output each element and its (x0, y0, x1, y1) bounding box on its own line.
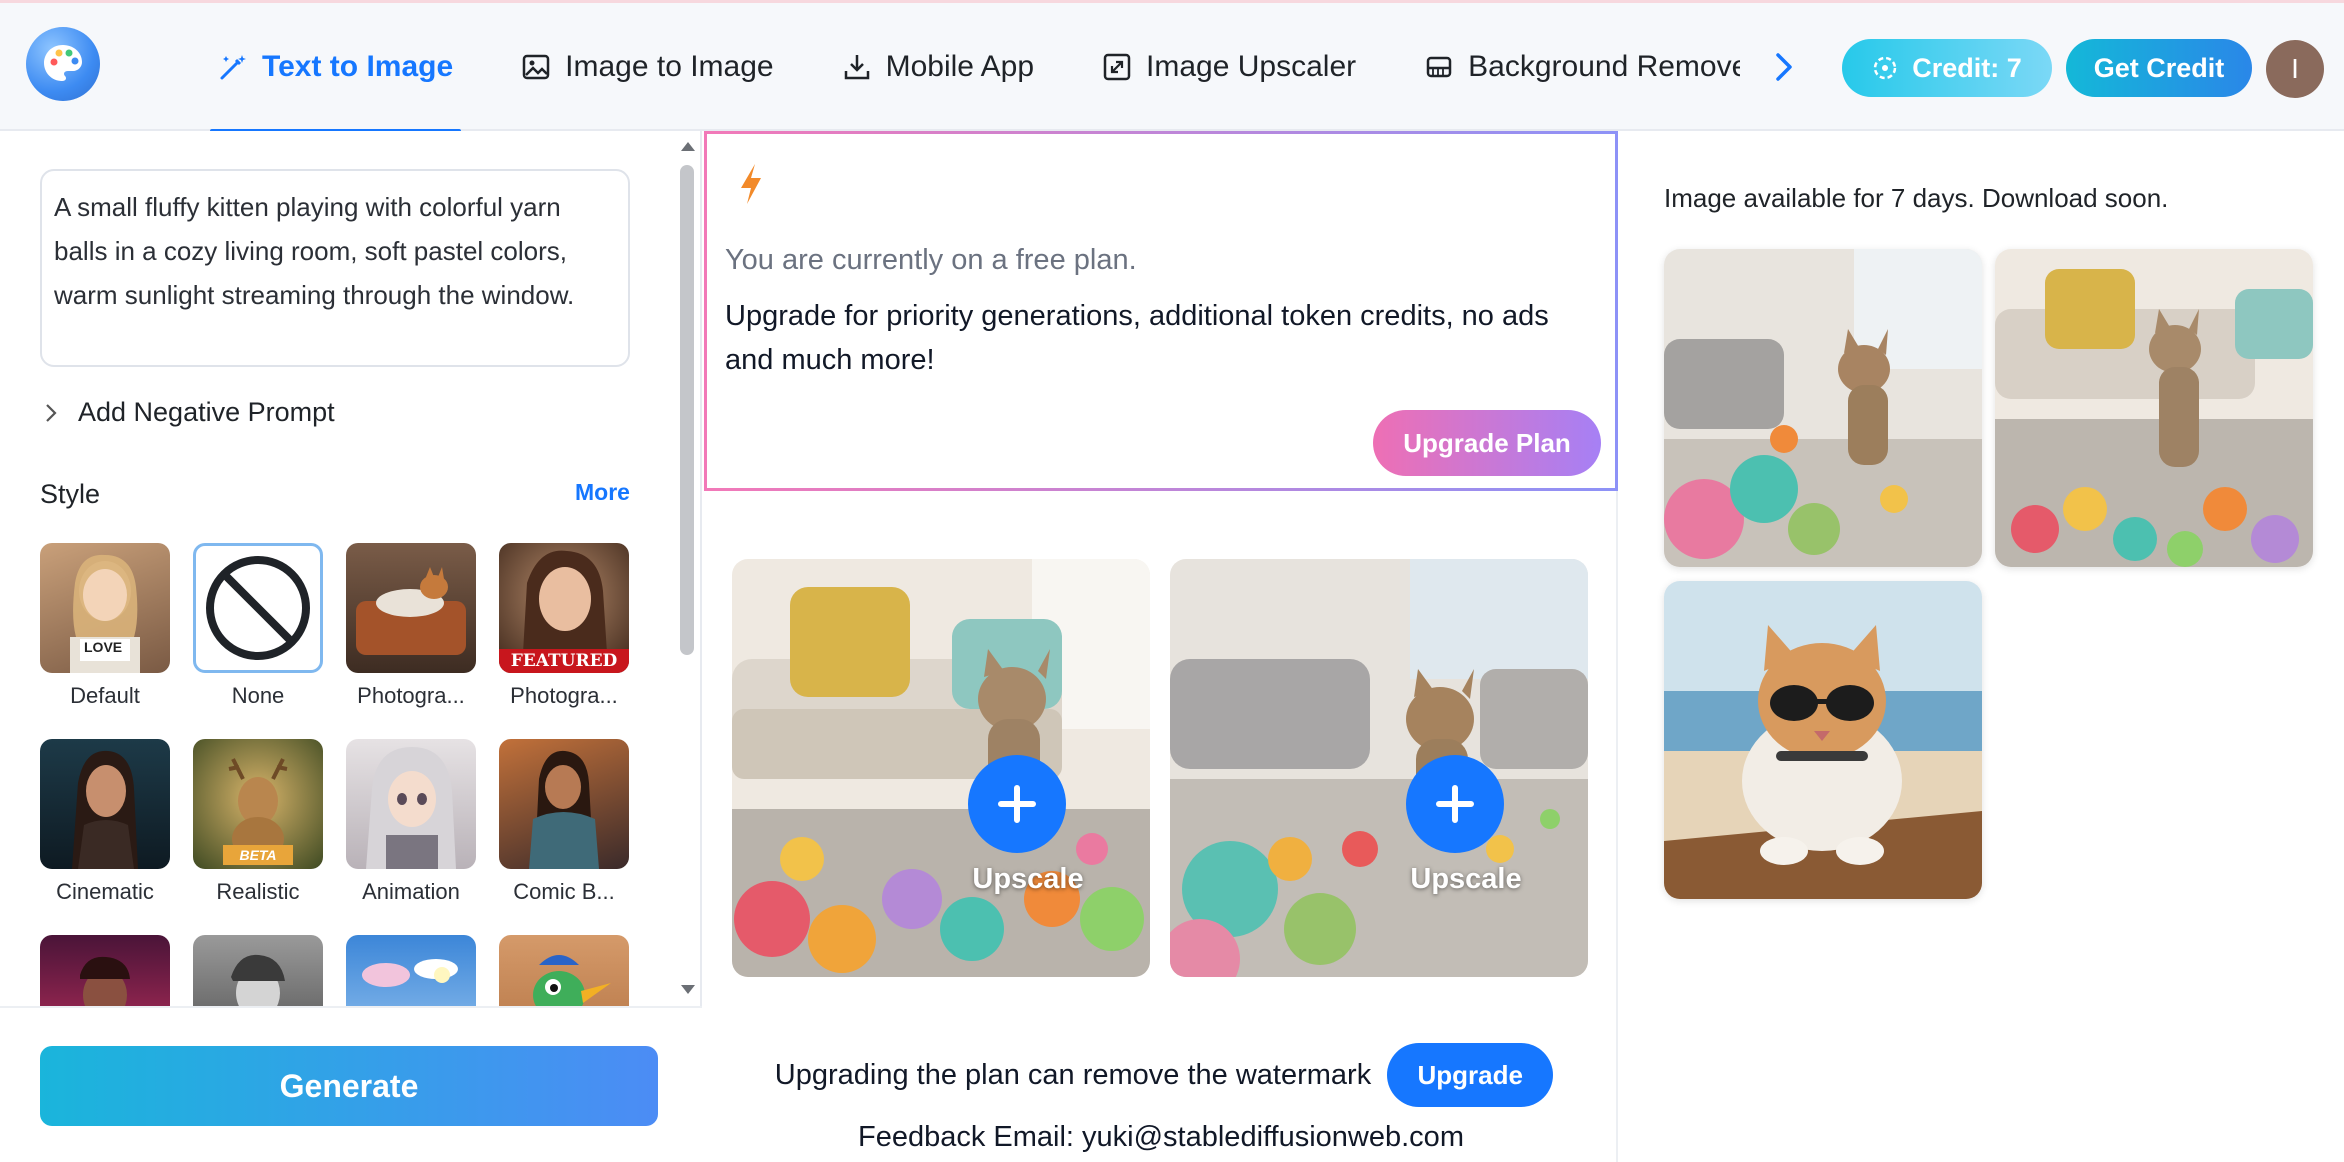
style-label: Default (70, 683, 140, 708)
tab-mobile-app[interactable]: Mobile App (834, 3, 1042, 131)
plus-icon (998, 785, 1036, 823)
style-label: Cinematic (56, 879, 154, 904)
no-style-icon (206, 556, 310, 660)
generate-button[interactable]: Generate (40, 1046, 658, 1126)
style-heading: Style (40, 479, 101, 509)
tab-label: Image to Image (565, 50, 774, 83)
style-thumbnail (40, 739, 170, 869)
eraser-icon (1424, 52, 1454, 82)
kitten-image (732, 559, 1150, 977)
credit-balance-button[interactable]: Credit: 7 (1842, 39, 2052, 97)
history-image-1[interactable] (1664, 249, 1982, 567)
style-badge: BETA (223, 845, 293, 865)
style-thumbnail (193, 543, 323, 673)
style-option-none[interactable]: None (193, 543, 323, 709)
cat-with-sunglasses-image (1664, 581, 1982, 899)
style-label: Animation (362, 879, 460, 904)
history-image-3[interactable] (1664, 581, 1982, 899)
style-label: Realistic (216, 879, 300, 904)
style-badge: FEATURED (499, 649, 629, 673)
style-option-default[interactable]: LOVE Default (40, 543, 170, 709)
history-panel: Image available for 7 days. Download soo… (1620, 131, 2344, 1162)
free-plan-notice: You are currently on a free plan. (725, 244, 1137, 276)
tab-label: Mobile App (885, 50, 1035, 83)
upscale-label: Upscale (972, 863, 1084, 895)
style-label: None (231, 683, 285, 708)
tab-image-to-image[interactable]: Image to Image (513, 3, 781, 131)
generated-image-2[interactable]: Upscale (1170, 559, 1588, 977)
style-badge: LOVE (84, 639, 123, 655)
style-option-realistic[interactable]: BETA Realistic (193, 739, 323, 905)
style-option-photographic-1[interactable]: Photogra... (346, 543, 476, 709)
kitten-image (1170, 559, 1588, 977)
upgrade-plan-button[interactable]: Upgrade Plan (1373, 410, 1601, 476)
user-avatar[interactable]: I (2266, 40, 2324, 98)
style-label: Photogra... (357, 683, 465, 708)
upscale-button[interactable] (1406, 755, 1504, 853)
kitten-image (1664, 249, 1982, 567)
prompt-input[interactable]: A small fluffy kitten playing with color… (40, 169, 630, 367)
get-credit-button[interactable]: Get Credit (2066, 39, 2252, 97)
chevron-right-icon (46, 403, 57, 422)
style-option-animation[interactable]: Animation (346, 739, 476, 905)
upscale-button[interactable] (968, 755, 1066, 853)
results-panel: You are currently on a free plan. Upgrad… (704, 131, 1618, 1162)
upgrade-benefits-text: Upgrade for priority generations, additi… (725, 300, 1549, 376)
magic-wand-icon (218, 52, 248, 82)
kitten-image (1995, 249, 2313, 567)
style-thumbnail: LOVE (40, 543, 170, 673)
tab-label: Image Upscaler (1146, 50, 1357, 83)
style-option-photographic-2[interactable]: FEATURED Photogra... (499, 543, 629, 709)
tab-label: Text to Image (262, 50, 454, 83)
tab-text-to-image[interactable]: Text to Image (210, 3, 462, 133)
plus-icon (1436, 785, 1474, 823)
style-thumbnail: FEATURED (499, 543, 629, 673)
watermark-text: Upgrading the plan can remove the waterm… (774, 1058, 1372, 1091)
expand-icon (1102, 52, 1132, 82)
tab-image-upscaler[interactable]: Image Upscaler (1094, 3, 1364, 131)
app-root: Text to Image Image to Image Mobile App … (0, 0, 2344, 1162)
more-styles-link[interactable]: More (575, 479, 630, 506)
generate-footer: Generate (0, 1006, 702, 1162)
watermark-notice: Upgrading the plan can remove the waterm… (744, 1043, 1584, 1107)
feedback-email[interactable]: Feedback Email: yuki@stablediffusionweb.… (704, 1121, 1618, 1154)
generated-image-1[interactable]: Upscale (732, 559, 1150, 977)
image-icon (521, 52, 551, 82)
credit-icon (1873, 56, 1897, 80)
lightning-bolt-icon (741, 164, 761, 204)
tab-label: Background Remover (1468, 50, 1741, 83)
settings-scrollbar[interactable] (676, 131, 700, 1001)
style-label: Comic B... (513, 879, 615, 904)
credit-label: Credit: 7 (1912, 52, 2022, 83)
chevron-right-icon (1776, 53, 1792, 81)
top-nav-bar: Text to Image Image to Image Mobile App … (0, 3, 2344, 133)
upgrade-button[interactable]: Upgrade (1387, 1043, 1554, 1107)
app-logo[interactable] (26, 27, 100, 101)
scroll-down-arrow-icon (681, 985, 695, 994)
style-thumbnail: BETA (193, 739, 323, 869)
upgrade-promo-card: You are currently on a free plan. Upgrad… (704, 131, 1618, 491)
scroll-up-arrow-icon (681, 142, 695, 151)
style-option-comic-book[interactable]: Comic B... (499, 739, 629, 905)
style-option-cinematic[interactable]: Cinematic (40, 739, 170, 905)
style-thumbnail (346, 543, 476, 673)
availability-notice: Image available for 7 days. Download soo… (1664, 183, 2169, 213)
palette-icon (44, 45, 82, 81)
upscale-label: Upscale (1410, 863, 1522, 895)
tab-background-remover[interactable]: Background Remover (1416, 3, 1740, 131)
add-negative-prompt-toggle[interactable]: Add Negative Prompt (44, 397, 335, 428)
generation-settings-panel: A small fluffy kitten playing with color… (0, 131, 702, 1162)
style-thumbnail (499, 739, 629, 869)
style-thumbnail (346, 739, 476, 869)
download-icon (842, 52, 872, 82)
negative-prompt-label: Add Negative Prompt (78, 397, 335, 427)
scrollbar-thumb[interactable] (680, 165, 694, 655)
history-image-2[interactable] (1995, 249, 2313, 567)
feature-tabs: Text to Image Image to Image Mobile App … (210, 3, 1740, 133)
style-label: Photogra... (510, 683, 618, 708)
tabs-next-button[interactable] (1766, 47, 1802, 87)
